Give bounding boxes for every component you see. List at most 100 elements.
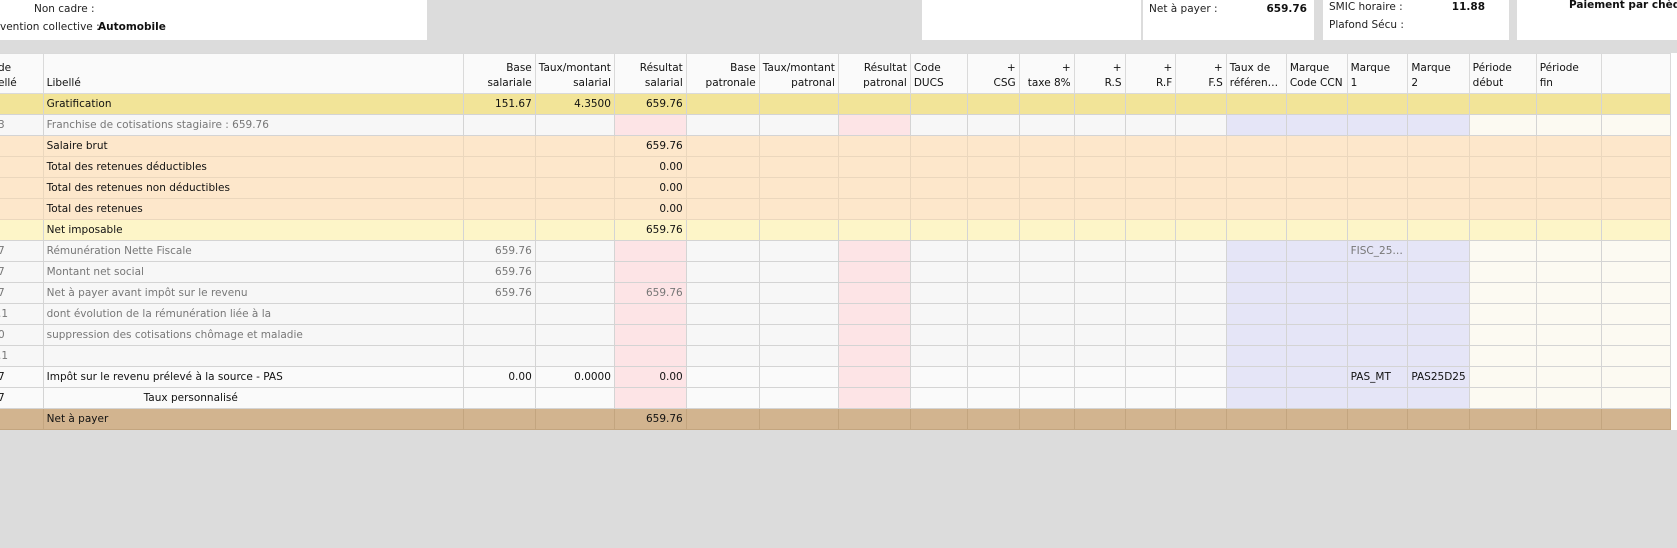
col-header-rf[interactable]: + R.F	[1124, 53, 1177, 94]
cell-taux-reference[interactable]	[1225, 177, 1287, 199]
cell-marque-code-ccn[interactable]	[1285, 324, 1348, 346]
cell-taux-reference[interactable]	[1225, 198, 1287, 220]
cell-taux-patronal[interactable]	[758, 135, 839, 157]
cell-taux-salarial[interactable]	[534, 261, 615, 283]
cell-resultat-salarial[interactable]	[613, 114, 687, 136]
cell-rf[interactable]	[1124, 240, 1177, 262]
cell-taxe-8[interactable]	[1018, 219, 1075, 241]
cell-csg[interactable]	[966, 303, 1020, 325]
cell-taux-reference[interactable]	[1225, 93, 1287, 115]
cell-base-salariale[interactable]	[462, 345, 536, 367]
cell-libelle[interactable]: Total des retenues non déductibles	[42, 177, 464, 199]
cell-code-ducs[interactable]	[909, 114, 968, 136]
cell-resultat-patronal[interactable]	[837, 303, 911, 325]
cell-libelle[interactable]: Rémunération Nette Fiscale	[42, 240, 464, 262]
cell-periode-fin[interactable]	[1535, 156, 1603, 178]
cell-taux-patronal[interactable]	[758, 198, 839, 220]
cell-marque-1[interactable]	[1346, 387, 1409, 409]
cell-resultat-salarial[interactable]: 0.00	[613, 198, 687, 220]
cell-resultat-patronal[interactable]	[837, 114, 911, 136]
cell-extra[interactable]	[1601, 261, 1671, 283]
cell-fs[interactable]	[1175, 177, 1227, 199]
cell-taux-reference[interactable]	[1225, 324, 1287, 346]
cell-taux-reference[interactable]	[1225, 240, 1287, 262]
cell-csg[interactable]	[966, 177, 1020, 199]
cell-extra[interactable]	[1601, 135, 1671, 157]
cell-csg[interactable]	[966, 240, 1020, 262]
cell-fs[interactable]	[1175, 135, 1227, 157]
col-header-code-ducs[interactable]: Code DUCS	[909, 53, 968, 94]
cell-marque-2[interactable]	[1407, 261, 1470, 283]
cell-periode-debut[interactable]	[1468, 177, 1537, 199]
cell-csg[interactable]	[966, 198, 1020, 220]
cell-taxe-8[interactable]	[1018, 261, 1075, 283]
cell-periode-debut[interactable]	[1468, 387, 1537, 409]
cell-marque-code-ccn[interactable]	[1285, 93, 1348, 115]
col-header-csg[interactable]: + CSG	[966, 53, 1020, 94]
cell-resultat-salarial[interactable]: 659.76	[613, 282, 687, 304]
cell-taxe-8[interactable]	[1018, 303, 1075, 325]
cell-resultat-salarial[interactable]: 659.76	[613, 93, 687, 115]
cell-rf[interactable]	[1124, 177, 1177, 199]
cell-periode-fin[interactable]	[1535, 198, 1603, 220]
cell-rf[interactable]	[1124, 261, 1177, 283]
cell-csg[interactable]	[966, 135, 1020, 157]
cell-base-patronale[interactable]	[685, 156, 760, 178]
cell-taxe-8[interactable]	[1018, 282, 1075, 304]
cell-code-ducs[interactable]	[909, 282, 968, 304]
cell-resultat-salarial[interactable]	[613, 387, 687, 409]
cell-marque-2[interactable]: PAS25D25	[1407, 366, 1470, 388]
cell-taxe-8[interactable]	[1018, 408, 1075, 430]
cell-csg[interactable]	[966, 261, 1020, 283]
cell-taux-patronal[interactable]	[758, 345, 839, 367]
cell-base-patronale[interactable]	[685, 282, 760, 304]
cell-code[interactable]	[0, 408, 44, 430]
cell-fs[interactable]	[1175, 156, 1227, 178]
cell-libelle[interactable]: Montant net social	[42, 261, 464, 283]
cell-rs[interactable]	[1073, 240, 1126, 262]
cell-periode-debut[interactable]	[1468, 135, 1537, 157]
table-row[interactable]: 7Net à payer avant impôt sur le revenu65…	[0, 282, 1671, 304]
cell-periode-fin[interactable]	[1535, 240, 1603, 262]
cell-marque-code-ccn[interactable]	[1285, 345, 1348, 367]
cell-marque-code-ccn[interactable]	[1285, 408, 1348, 430]
cell-fs[interactable]	[1175, 198, 1227, 220]
cell-taux-salarial[interactable]	[534, 303, 615, 325]
cell-base-salariale[interactable]	[462, 408, 536, 430]
cell-rs[interactable]	[1073, 198, 1126, 220]
cell-code-ducs[interactable]	[909, 219, 968, 241]
col-header-periode-debut[interactable]: Période début	[1468, 53, 1537, 94]
cell-marque-2[interactable]	[1407, 177, 1470, 199]
cell-rf[interactable]	[1124, 282, 1177, 304]
cell-resultat-patronal[interactable]	[837, 156, 911, 178]
cell-csg[interactable]	[966, 366, 1020, 388]
cell-code[interactable]: 0	[0, 324, 44, 346]
cell-base-salariale[interactable]: 659.76	[462, 282, 536, 304]
cell-libelle[interactable]: Franchise de cotisations stagiaire : 659…	[42, 114, 464, 136]
cell-periode-fin[interactable]	[1535, 114, 1603, 136]
cell-taux-patronal[interactable]	[758, 219, 839, 241]
cell-taux-salarial[interactable]	[534, 198, 615, 220]
cell-extra[interactable]	[1601, 303, 1671, 325]
cell-marque-code-ccn[interactable]	[1285, 240, 1348, 262]
cell-periode-fin[interactable]	[1535, 324, 1603, 346]
cell-fs[interactable]	[1175, 240, 1227, 262]
cell-code-ducs[interactable]	[909, 324, 968, 346]
cell-base-patronale[interactable]	[685, 324, 760, 346]
cell-code-ducs[interactable]	[909, 303, 968, 325]
cell-resultat-salarial[interactable]	[613, 261, 687, 283]
cell-marque-1[interactable]	[1346, 303, 1409, 325]
cell-rs[interactable]	[1073, 114, 1126, 136]
cell-base-salariale[interactable]	[462, 198, 536, 220]
cell-rs[interactable]	[1073, 135, 1126, 157]
cell-taux-patronal[interactable]	[758, 114, 839, 136]
cell-periode-debut[interactable]	[1468, 261, 1537, 283]
table-row[interactable]: Net à payer 659.76	[0, 408, 1671, 430]
cell-code[interactable]: 7	[0, 387, 44, 409]
cell-taux-patronal[interactable]	[758, 156, 839, 178]
cell-rf[interactable]	[1124, 114, 1177, 136]
cell-resultat-patronal[interactable]	[837, 324, 911, 346]
cell-taxe-8[interactable]	[1018, 177, 1075, 199]
cell-rf[interactable]	[1124, 387, 1177, 409]
table-row[interactable]: 7Impôt sur le revenu prélevé à la source…	[0, 366, 1671, 388]
